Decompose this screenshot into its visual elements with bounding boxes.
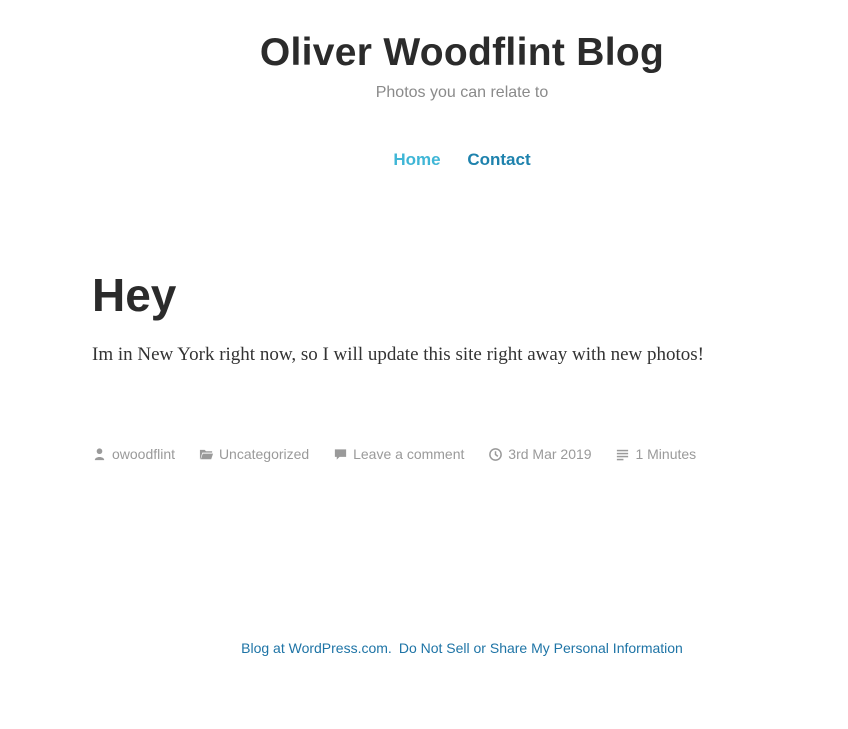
clock-icon bbox=[489, 447, 503, 461]
meta-category: Uncategorized bbox=[199, 444, 309, 464]
author-link[interactable]: owoodflint bbox=[112, 444, 175, 464]
site-footer: Blog at WordPress.com. Do Not Sell or Sha… bbox=[0, 638, 848, 658]
privacy-link[interactable]: Do Not Sell or Share My Personal Informa… bbox=[399, 640, 683, 656]
post-body: Im in New York right now, so I will upda… bbox=[92, 344, 704, 365]
meta-comments: Leave a comment bbox=[333, 444, 464, 464]
main-navigation: Home Contact bbox=[0, 148, 848, 172]
post-meta: owoodflint Uncategorized Leave a comment… bbox=[92, 444, 716, 467]
meta-reading-time: 1 Minutes bbox=[615, 444, 696, 464]
post-title[interactable]: Hey bbox=[92, 266, 176, 324]
folder-icon bbox=[199, 449, 213, 459]
site-tagline: Photos you can relate to bbox=[375, 84, 549, 101]
wordpress-credit-link[interactable]: Blog at WordPress.com. bbox=[241, 640, 392, 656]
meta-author: owoodflint bbox=[92, 444, 175, 464]
nav-item-home[interactable]: Home bbox=[393, 148, 440, 172]
user-icon bbox=[94, 447, 105, 460]
reading-time-icon bbox=[617, 449, 629, 460]
category-link[interactable]: Uncategorized bbox=[219, 444, 309, 464]
meta-date: 3rd Mar 2019 bbox=[488, 444, 592, 464]
comment-icon bbox=[334, 448, 347, 460]
site-title[interactable]: Oliver Woodflint Blog bbox=[0, 28, 848, 78]
reading-time-text: 1 Minutes bbox=[635, 446, 697, 462]
nav-item-contact[interactable]: Contact bbox=[467, 148, 530, 172]
comment-link[interactable]: Leave a comment bbox=[353, 444, 464, 464]
date-link[interactable]: 3rd Mar 2019 bbox=[508, 444, 591, 464]
